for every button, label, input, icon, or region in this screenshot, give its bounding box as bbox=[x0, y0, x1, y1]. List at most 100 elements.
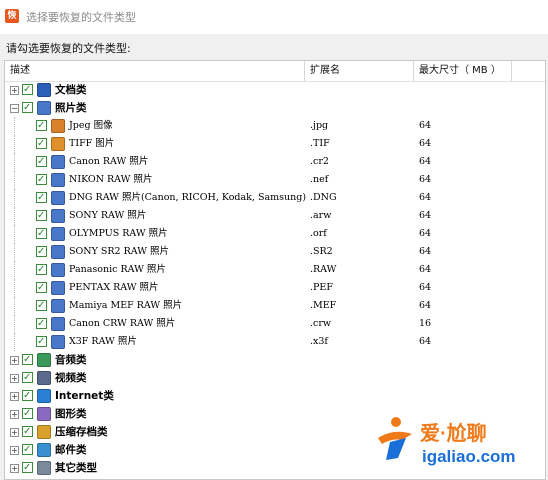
collapse-icon[interactable]: − bbox=[10, 104, 19, 113]
row-label: 文档类 bbox=[55, 84, 87, 96]
column-header-desc[interactable]: 描述 bbox=[5, 61, 305, 81]
category-row[interactable]: − 照片类 bbox=[5, 99, 545, 117]
row-extension: .MEF bbox=[310, 300, 337, 311]
category-row[interactable]: + Internet类 bbox=[5, 387, 545, 405]
checkbox[interactable] bbox=[36, 117, 47, 135]
file-type-row[interactable]: Canon RAW 照片 .cr2 64 bbox=[5, 153, 545, 171]
expand-icon[interactable]: + bbox=[10, 446, 19, 455]
checkbox[interactable] bbox=[36, 315, 47, 333]
raw-icon bbox=[51, 281, 65, 295]
row-max-size: 64 bbox=[419, 174, 432, 185]
row-extension: .PEF bbox=[310, 282, 333, 293]
row-max-size: 64 bbox=[419, 282, 432, 293]
file-type-row[interactable]: OLYMPUS RAW 照片 .orf 64 bbox=[5, 225, 545, 243]
checkbox[interactable] bbox=[22, 81, 33, 99]
checkbox[interactable] bbox=[22, 99, 33, 117]
photo-icon bbox=[37, 101, 51, 115]
category-row[interactable]: + 文档类 bbox=[5, 81, 545, 99]
tree-line bbox=[14, 315, 15, 333]
raw-icon bbox=[51, 209, 65, 223]
tree-line bbox=[14, 225, 15, 243]
expand-icon[interactable]: + bbox=[10, 86, 19, 95]
row-extension: .RAW bbox=[310, 264, 337, 275]
row-extension: .SR2 bbox=[310, 246, 333, 257]
checkbox[interactable] bbox=[36, 333, 47, 351]
category-row[interactable]: + 音频类 bbox=[5, 351, 545, 369]
mail-icon bbox=[37, 443, 51, 457]
checkbox[interactable] bbox=[22, 351, 33, 369]
file-type-row[interactable]: Mamiya MEF RAW 照片 .MEF 64 bbox=[5, 297, 545, 315]
row-label: SONY SR2 RAW 照片 bbox=[69, 246, 170, 257]
row-label: Panasonic RAW 照片 bbox=[69, 264, 166, 275]
other-icon bbox=[37, 461, 51, 475]
file-type-row[interactable]: Panasonic RAW 照片 .RAW 64 bbox=[5, 261, 545, 279]
raw-icon bbox=[51, 155, 65, 169]
expand-icon[interactable]: + bbox=[10, 374, 19, 383]
expand-icon[interactable]: + bbox=[10, 356, 19, 365]
file-type-row[interactable]: PENTAX RAW 照片 .PEF 64 bbox=[5, 279, 545, 297]
row-max-size: 64 bbox=[419, 228, 432, 239]
row-label: Canon RAW 照片 bbox=[69, 156, 149, 167]
file-type-row[interactable]: SONY RAW 照片 .arw 64 bbox=[5, 207, 545, 225]
column-header-size[interactable]: 最大尺寸（ MB ） bbox=[414, 61, 512, 81]
category-row[interactable]: + 视频类 bbox=[5, 369, 545, 387]
expand-icon[interactable]: + bbox=[10, 428, 19, 437]
file-type-row[interactable]: X3F RAW 照片 .x3f 64 bbox=[5, 333, 545, 351]
row-extension: .nef bbox=[310, 174, 329, 185]
row-extension: .orf bbox=[310, 228, 327, 239]
row-max-size: 64 bbox=[419, 120, 432, 131]
checkbox[interactable] bbox=[36, 261, 47, 279]
file-type-row[interactable]: Canon CRW RAW 照片 .crw 16 bbox=[5, 315, 545, 333]
column-header-ext[interactable]: 扩展名 bbox=[305, 61, 414, 81]
row-label: Mamiya MEF RAW 照片 bbox=[69, 300, 183, 311]
row-label: Canon CRW RAW 照片 bbox=[69, 318, 176, 329]
row-label: 邮件类 bbox=[55, 444, 87, 456]
checkbox[interactable] bbox=[36, 153, 47, 171]
row-label: Internet类 bbox=[55, 390, 114, 402]
internet-icon bbox=[37, 389, 51, 403]
tree-header: 描述 扩展名 最大尺寸（ MB ） bbox=[5, 61, 545, 82]
checkbox[interactable] bbox=[36, 297, 47, 315]
checkbox[interactable] bbox=[36, 171, 47, 189]
row-label: 其它类型 bbox=[55, 462, 97, 474]
checkbox[interactable] bbox=[36, 207, 47, 225]
checkbox[interactable] bbox=[22, 441, 33, 459]
tree-line bbox=[14, 207, 15, 225]
checkbox[interactable] bbox=[36, 243, 47, 261]
expand-icon[interactable]: + bbox=[10, 410, 19, 419]
checkbox[interactable] bbox=[36, 135, 47, 153]
expand-icon[interactable]: + bbox=[10, 464, 19, 473]
row-max-size: 16 bbox=[419, 318, 432, 329]
checkbox[interactable] bbox=[36, 225, 47, 243]
row-label: DNG RAW 照片(Canon, RICOH, Kodak, Samsung) bbox=[69, 192, 307, 203]
row-extension: .cr2 bbox=[310, 156, 329, 167]
watermark-logo: 爱·尬聊 igaliao.com bbox=[378, 417, 516, 466]
row-extension: .jpg bbox=[310, 120, 329, 131]
jpeg-icon bbox=[51, 119, 65, 133]
checkbox[interactable] bbox=[22, 423, 33, 441]
graphics-icon bbox=[37, 407, 51, 421]
row-max-size: 64 bbox=[419, 264, 432, 275]
tree-line bbox=[14, 297, 15, 315]
checkbox[interactable] bbox=[22, 387, 33, 405]
window-title: 选择要恢复的文件类型 bbox=[26, 11, 136, 24]
checkbox[interactable] bbox=[36, 189, 47, 207]
row-label: Jpeg 图像 bbox=[69, 120, 113, 131]
raw-icon bbox=[51, 263, 65, 277]
tree-line bbox=[14, 261, 15, 279]
row-label: 照片类 bbox=[55, 102, 87, 114]
watermark-brand: 爱·尬聊 bbox=[420, 421, 487, 445]
file-type-row[interactable]: TIFF 图片 .TIF 64 bbox=[5, 135, 545, 153]
row-extension: .TIF bbox=[310, 138, 330, 149]
file-type-row[interactable]: NIKON RAW 照片 .nef 64 bbox=[5, 171, 545, 189]
expand-icon[interactable]: + bbox=[10, 392, 19, 401]
checkbox[interactable] bbox=[22, 405, 33, 423]
checkbox[interactable] bbox=[22, 459, 33, 477]
checkbox[interactable] bbox=[36, 279, 47, 297]
file-type-row[interactable]: DNG RAW 照片(Canon, RICOH, Kodak, Samsung)… bbox=[5, 189, 545, 207]
row-label: TIFF 图片 bbox=[69, 138, 115, 149]
file-type-row[interactable]: SONY SR2 RAW 照片 .SR2 64 bbox=[5, 243, 545, 261]
tree-line bbox=[14, 189, 15, 207]
file-type-row[interactable]: Jpeg 图像 .jpg 64 bbox=[5, 117, 545, 135]
checkbox[interactable] bbox=[22, 369, 33, 387]
